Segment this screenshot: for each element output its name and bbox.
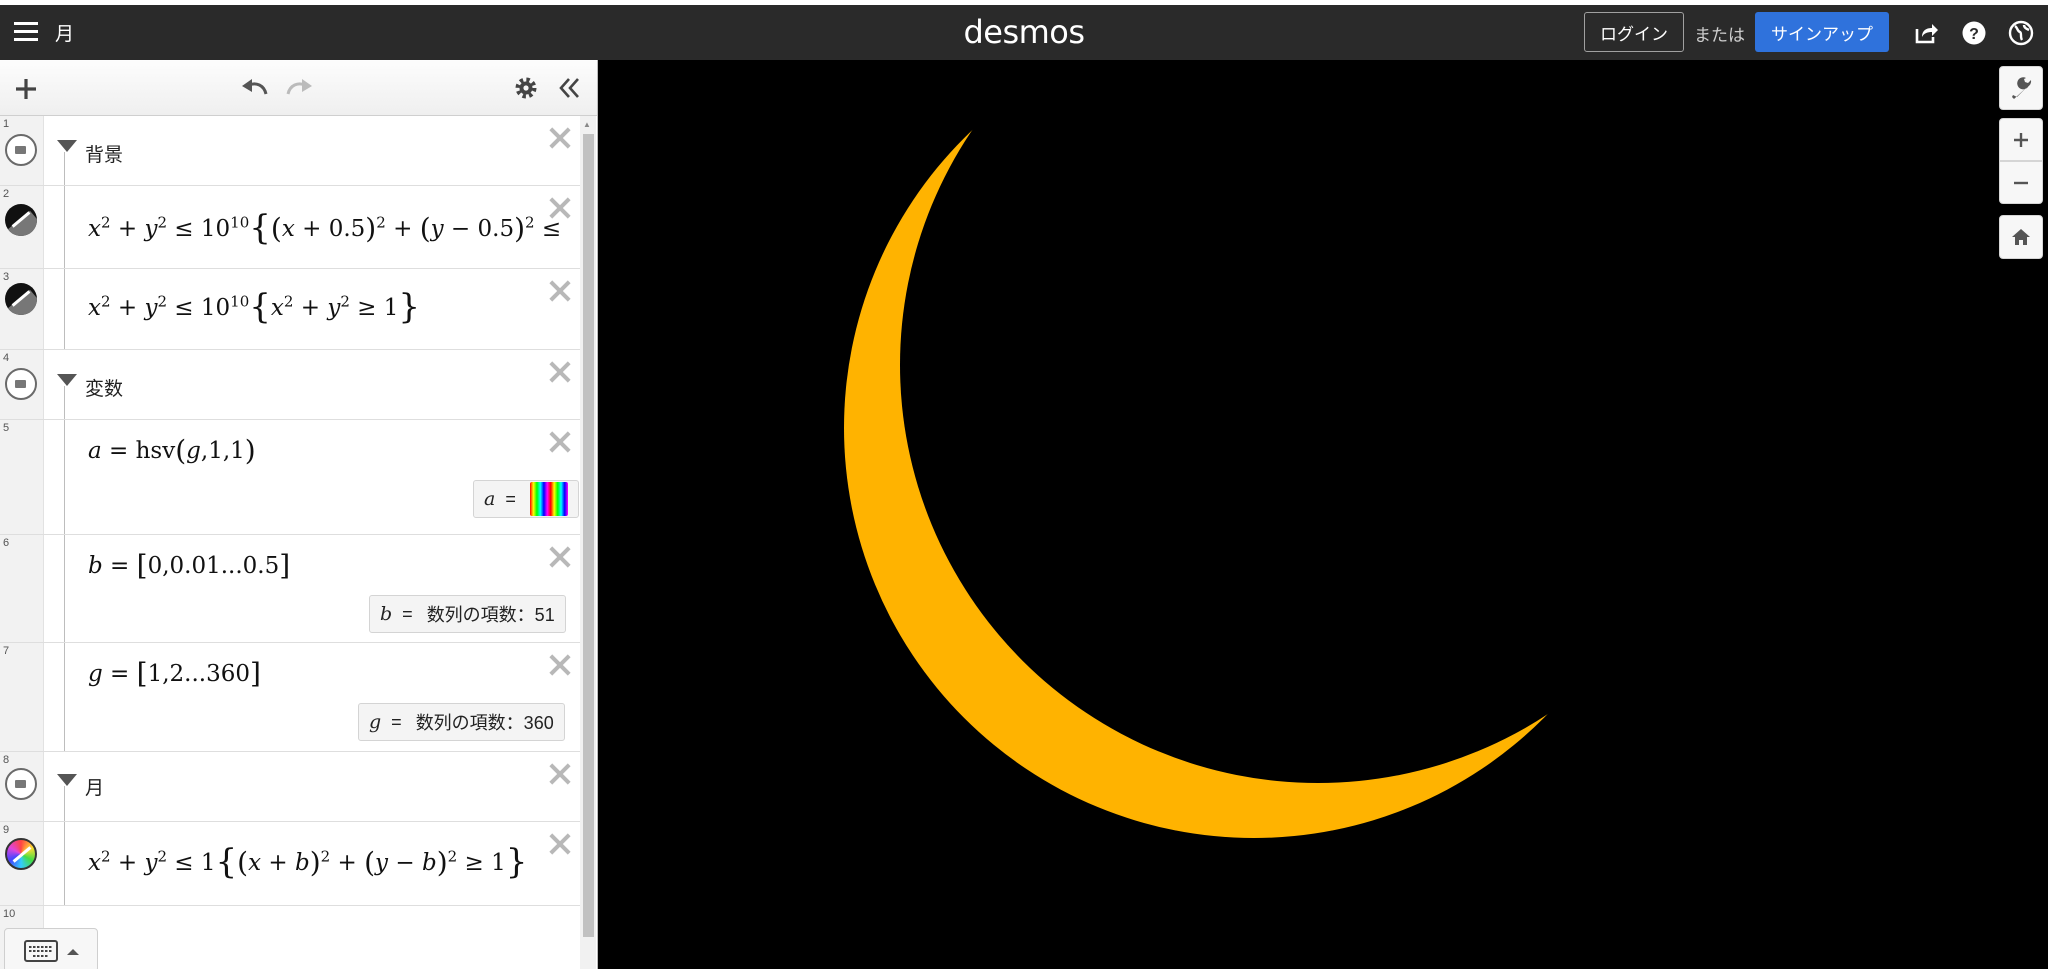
list-value-box: b = 数列の項数：51 <box>369 595 566 633</box>
home-icon <box>2012 229 2030 245</box>
row-number: 8 <box>3 754 10 766</box>
graph-style-icon[interactable] <box>5 204 37 236</box>
delete-icon[interactable] <box>546 543 574 571</box>
folder-icon[interactable] <box>5 134 37 166</box>
graph-style-icon[interactable] <box>5 838 37 870</box>
expression-gutter: 1 <box>0 116 44 185</box>
crescent-moon-plot <box>844 18 1664 838</box>
svg-text:?: ? <box>1969 26 1979 43</box>
math-expression[interactable]: a = hsv(g,1,1) <box>88 434 256 467</box>
graph-canvas[interactable] <box>598 18 2048 969</box>
list-length-label: 数列の項数：360 <box>415 713 554 733</box>
share-icon[interactable] <box>1913 20 1939 46</box>
panel-toolbar <box>0 60 597 116</box>
graph-title[interactable]: 月 <box>55 19 74 46</box>
zoom-out-icon <box>2014 181 2028 185</box>
wrench-icon <box>2012 77 2032 99</box>
settings-icon[interactable] <box>514 76 538 100</box>
math-expression[interactable]: g = [1,2...360] <box>88 657 261 690</box>
crescent-moon <box>844 18 1664 838</box>
row-number: 5 <box>3 422 10 434</box>
keyboard-icon <box>24 940 79 962</box>
expression-row-1[interactable]: 1 背景 <box>0 116 580 186</box>
or-label: または <box>1694 26 1745 45</box>
row-number: 2 <box>3 188 10 200</box>
row-number: 7 <box>3 645 10 657</box>
expression-panel: 1 背景 2 x2 + y2 ≤ 1010{(x + 0.5)2 + (y − … <box>0 60 598 969</box>
math-expression[interactable]: b = [0,0.01...0.5] <box>88 549 290 582</box>
folder-icon[interactable] <box>5 768 37 800</box>
undo-icon[interactable] <box>240 76 270 98</box>
default-viewport-button[interactable] <box>1999 215 2043 259</box>
expression-list: 1 背景 2 x2 + y2 ≤ 1010{(x + 0.5)2 + (y − … <box>0 116 580 969</box>
menu-icon[interactable] <box>14 22 38 42</box>
login-button[interactable]: ログイン <box>1584 12 1684 52</box>
delete-icon[interactable] <box>546 651 574 679</box>
zoom-in-button[interactable] <box>1999 118 2043 161</box>
folder-collapse-icon[interactable] <box>57 140 77 152</box>
row-number: 10 <box>3 908 16 920</box>
expression-row-8[interactable]: 8 月 <box>0 752 580 822</box>
expression-gutter: 8 <box>0 752 44 821</box>
expression-row-5[interactable]: 5 a = hsv(g,1,1) a = <box>0 420 580 535</box>
expression-row-6[interactable]: 6 b = [0,0.01...0.5] b = 数列の項数：51 <box>0 535 580 643</box>
row-number: 6 <box>3 537 10 549</box>
graph-settings-button[interactable] <box>1999 66 2043 110</box>
add-icon[interactable] <box>14 77 38 101</box>
top-bar: 月 desmos ログイン または サインアップ ? <box>0 0 2048 60</box>
math-expression[interactable]: x2 + y2 ≤ 1010{(x + 0.5)2 + (y − 0.5)2 ≤ <box>88 208 561 248</box>
zoom-in-icon <box>2014 133 2028 147</box>
signup-button[interactable]: サインアップ <box>1755 12 1889 52</box>
folder-title[interactable]: 背景 <box>85 140 123 167</box>
delete-icon[interactable] <box>546 830 574 858</box>
row-number: 1 <box>3 118 10 130</box>
delete-icon[interactable] <box>546 428 574 456</box>
expression-row-3[interactable]: 3 x2 + y2 ≤ 1010{x2 + y2 ≥ 1} <box>0 269 580 350</box>
redo-icon[interactable] <box>284 76 314 98</box>
list-length-label: 数列の項数：51 <box>426 605 555 625</box>
scroll-up-icon[interactable]: ▲ <box>583 120 591 129</box>
delete-icon[interactable] <box>546 760 574 788</box>
expression-gutter: 6 <box>0 535 44 642</box>
scrollbar-thumb[interactable] <box>583 134 594 937</box>
expression-gutter: 3 <box>0 269 44 349</box>
graph-style-icon[interactable] <box>5 283 37 315</box>
color-list-swatch[interactable] <box>529 482 568 516</box>
row-number: 9 <box>3 824 10 836</box>
expression-gutter: 9 <box>0 822 44 905</box>
folder-collapse-icon[interactable] <box>57 774 77 786</box>
expression-row-9[interactable]: 9 x2 + y2 ≤ 1{(x + b)2 + (y − b)2 ≥ 1} <box>0 822 580 906</box>
list-value-box: g = 数列の項数：360 <box>358 703 565 741</box>
math-expression[interactable]: x2 + y2 ≤ 1{(x + b)2 + (y − b)2 ≥ 1} <box>88 842 527 882</box>
expression-gutter: 5 <box>0 420 44 534</box>
expression-gutter: 2 <box>0 186 44 268</box>
language-icon[interactable] <box>2008 20 2034 46</box>
keyboard-button[interactable] <box>4 928 98 969</box>
folder-collapse-icon[interactable] <box>57 374 77 386</box>
delete-icon[interactable] <box>546 124 574 152</box>
delete-icon[interactable] <box>546 277 574 305</box>
row-number: 3 <box>3 271 10 283</box>
row-number: 4 <box>3 352 10 364</box>
collapse-panel-icon[interactable] <box>558 76 582 100</box>
folder-title[interactable]: 変数 <box>85 374 123 401</box>
delete-icon[interactable] <box>546 358 574 386</box>
expression-row-2[interactable]: 2 x2 + y2 ≤ 1010{(x + 0.5)2 + (y − 0.5)2… <box>0 186 580 269</box>
zoom-out-button[interactable] <box>1999 161 2043 204</box>
expression-row-7[interactable]: 7 g = [1,2...360] g = 数列の項数：360 <box>0 643 580 752</box>
expression-gutter: 4 <box>0 350 44 419</box>
folder-icon[interactable] <box>5 368 37 400</box>
color-value-box: a = <box>473 480 579 518</box>
help-icon[interactable]: ? <box>1961 20 1987 46</box>
expression-gutter: 7 <box>0 643 44 751</box>
folder-title[interactable]: 月 <box>85 773 104 800</box>
expression-row-4[interactable]: 4 変数 <box>0 350 580 420</box>
delete-icon[interactable] <box>546 194 574 222</box>
math-expression[interactable]: x2 + y2 ≤ 1010{x2 + y2 ≥ 1} <box>88 287 420 327</box>
